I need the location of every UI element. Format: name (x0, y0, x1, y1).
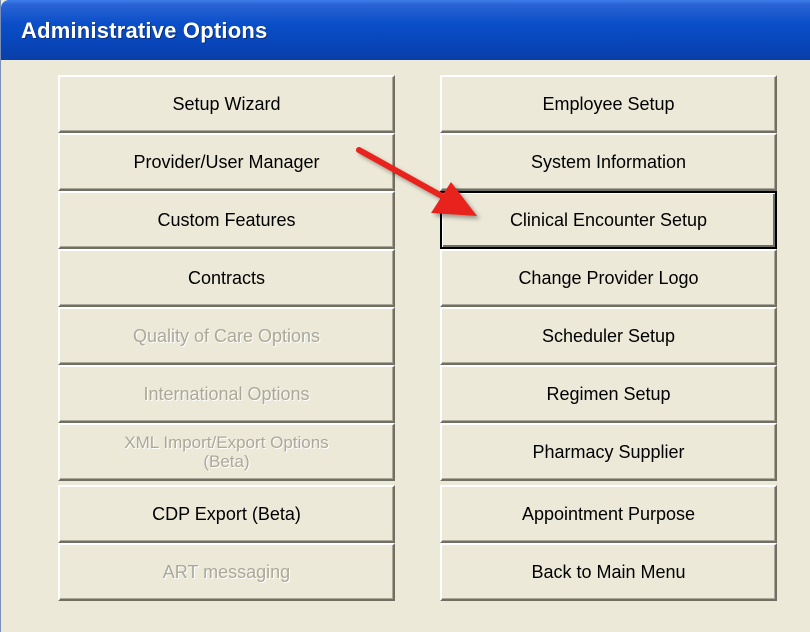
cdp-export-button[interactable]: CDP Export (Beta) (58, 485, 395, 543)
art-messaging-button: ART messaging (58, 543, 395, 601)
international-options-button: International Options (58, 365, 395, 423)
change-provider-logo-button[interactable]: Change Provider Logo (440, 249, 777, 307)
custom-features-button[interactable]: Custom Features (58, 191, 395, 249)
options-panel: Setup Wizard Provider/User Manager Custo… (1, 60, 810, 632)
title-bar[interactable]: Administrative Options (1, 0, 810, 60)
scheduler-setup-button[interactable]: Scheduler Setup (440, 307, 777, 365)
back-to-main-menu-button[interactable]: Back to Main Menu (440, 543, 777, 601)
setup-wizard-button[interactable]: Setup Wizard (58, 75, 395, 133)
quality-of-care-options-button: Quality of Care Options (58, 307, 395, 365)
regimen-setup-button[interactable]: Regimen Setup (440, 365, 777, 423)
clinical-encounter-setup-button[interactable]: Clinical Encounter Setup (440, 191, 777, 249)
system-information-button[interactable]: System Information (440, 133, 777, 191)
administrative-options-window: Administrative Options Setup Wizard Prov… (0, 0, 810, 632)
pharmacy-supplier-button[interactable]: Pharmacy Supplier (440, 423, 777, 481)
contracts-button[interactable]: Contracts (58, 249, 395, 307)
appointment-purpose-button[interactable]: Appointment Purpose (440, 485, 777, 543)
provider-user-manager-button[interactable]: Provider/User Manager (58, 133, 395, 191)
xml-import-export-options-button: XML Import/Export Options (Beta) (58, 423, 395, 481)
window-title: Administrative Options (21, 18, 268, 43)
employee-setup-button[interactable]: Employee Setup (440, 75, 777, 133)
